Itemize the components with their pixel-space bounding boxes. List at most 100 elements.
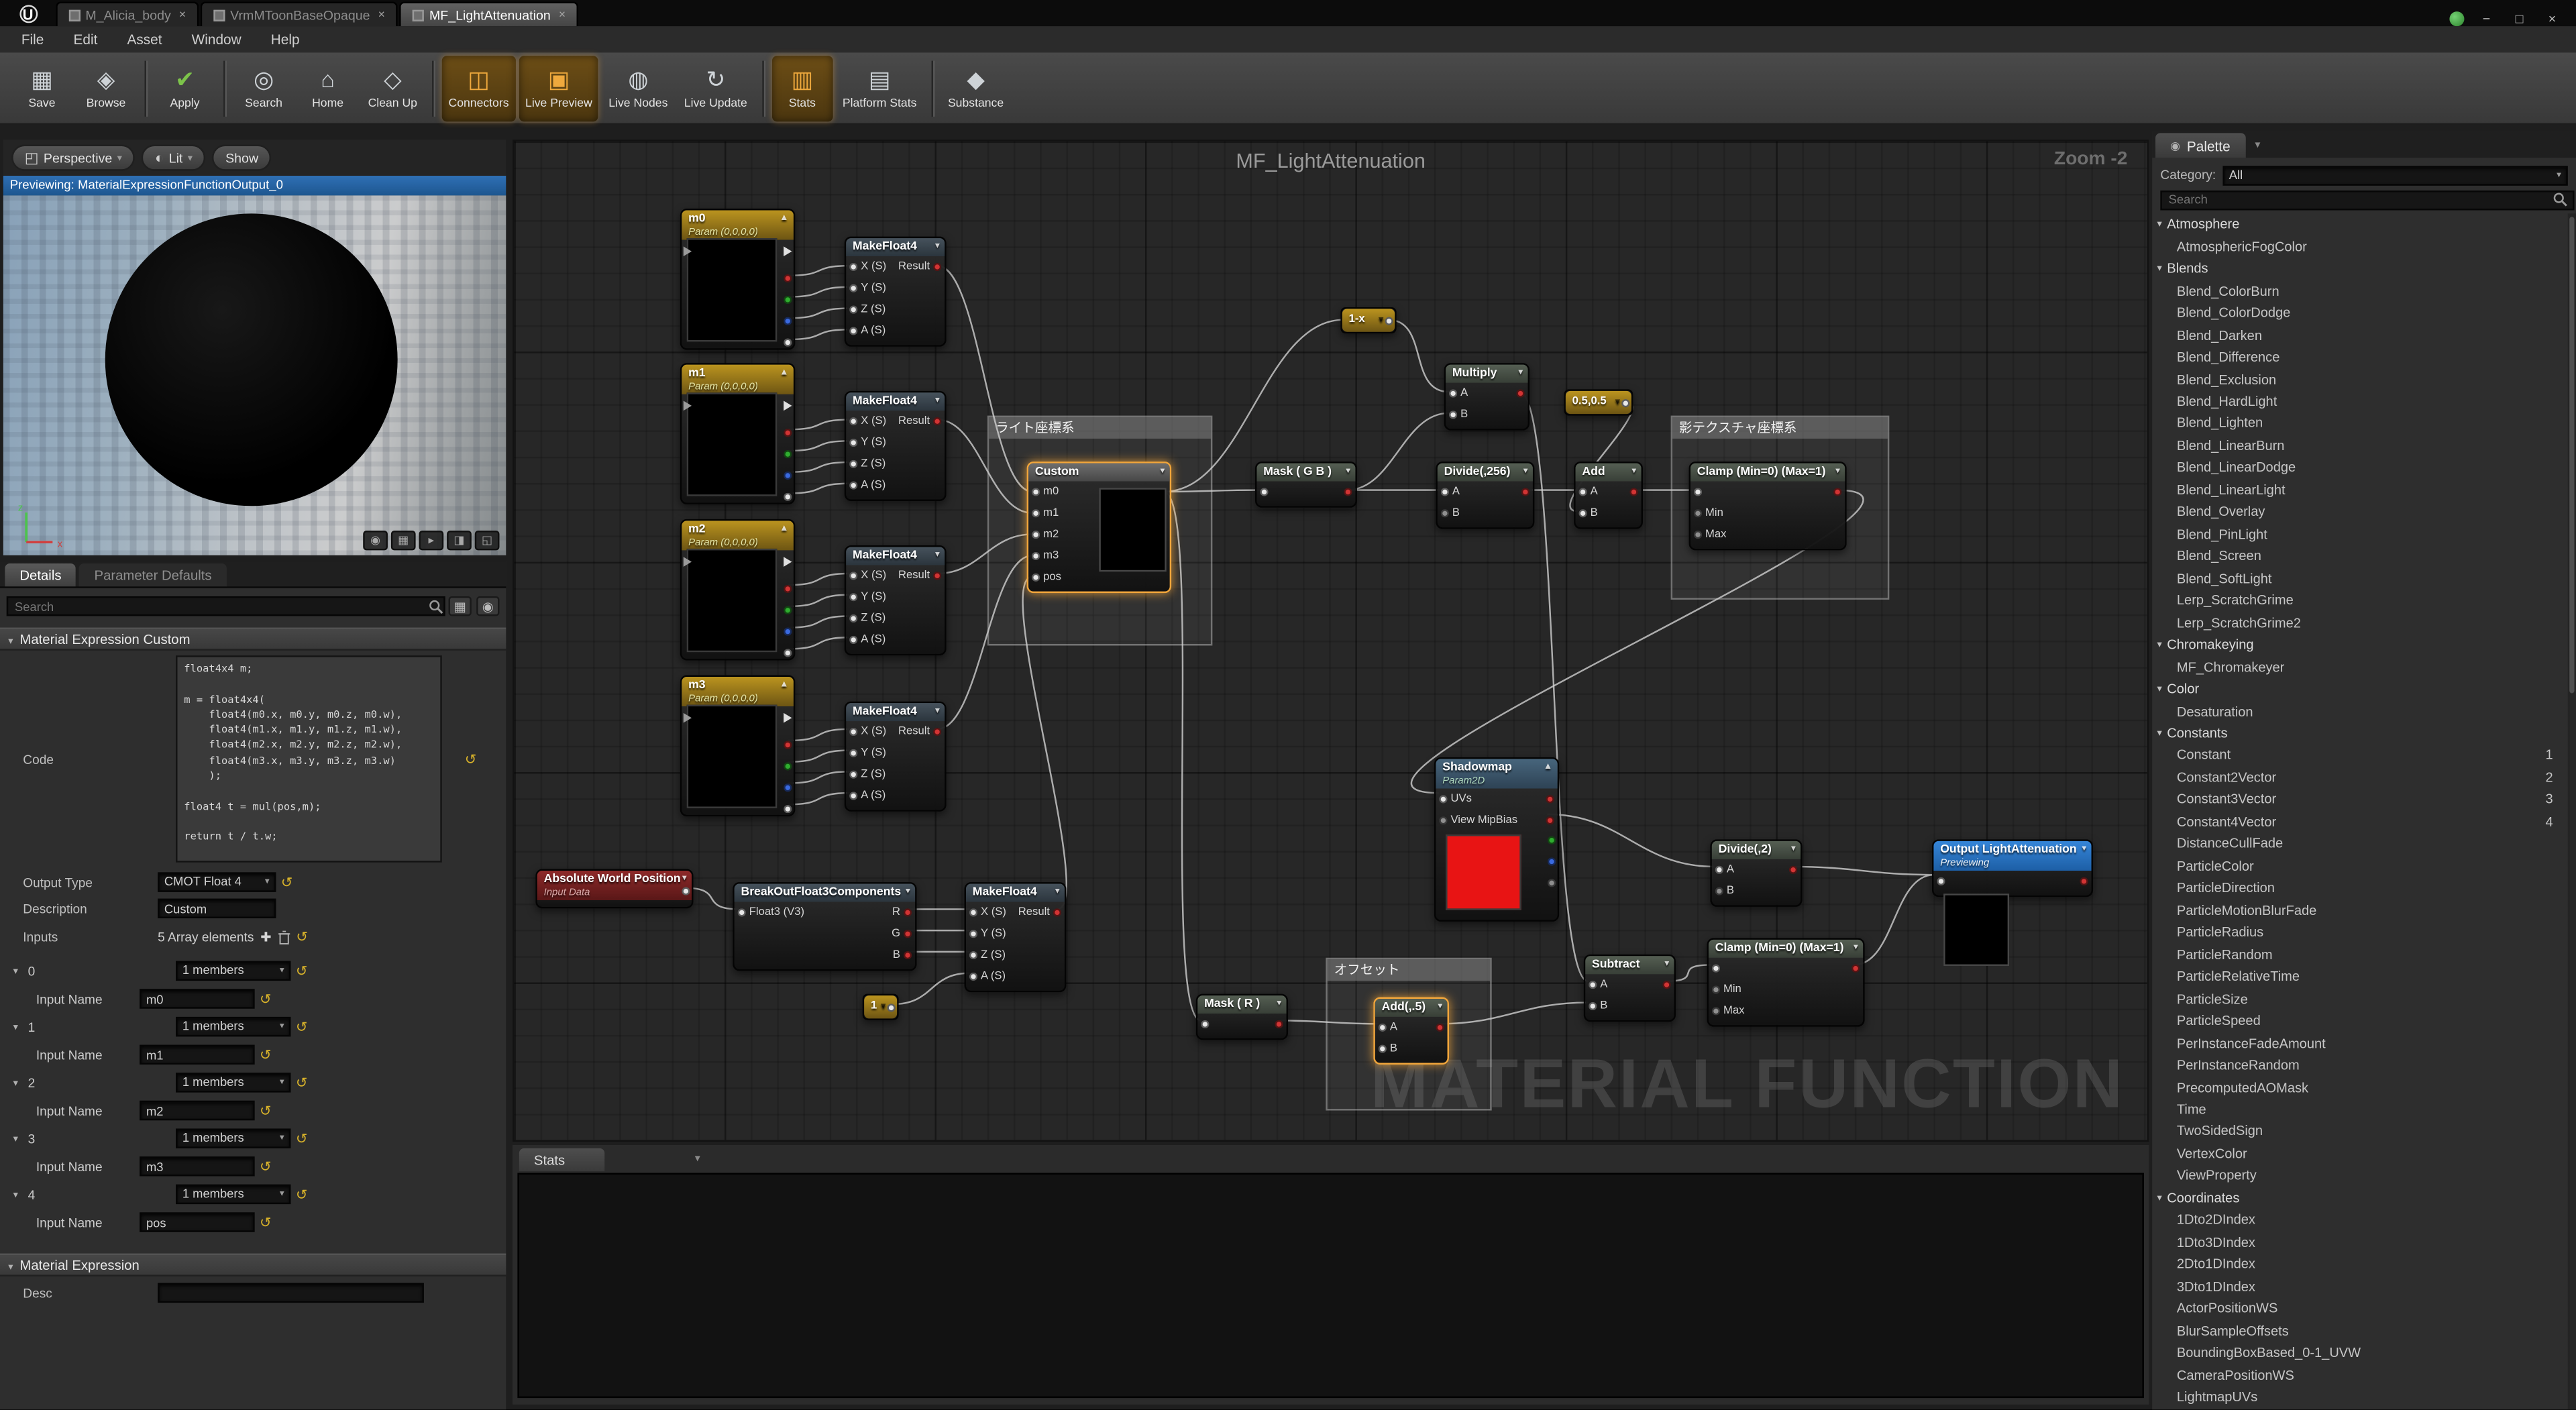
palette-item-constants[interactable]: ▾Constants: [2152, 722, 2568, 745]
pin[interactable]: [783, 648, 791, 656]
pin[interactable]: [1694, 508, 1702, 517]
collapse-icon[interactable]: ▾: [1518, 368, 1523, 378]
collapse-icon[interactable]: ▲: [1544, 762, 1552, 772]
palette-item-actorpositionws[interactable]: ActorPositionWS: [2152, 1298, 2568, 1320]
node-add-5[interactable]: Add(,.5)▾AB: [1373, 997, 1449, 1064]
palette-item-blend-overlay[interactable]: Blend_Overlay: [2152, 501, 2568, 523]
pin[interactable]: [1589, 1001, 1597, 1010]
palette-item-lerp-scratchgrime[interactable]: Lerp_ScratchGrime: [2152, 590, 2568, 612]
palette-item-blend-colordodge[interactable]: Blend_ColorDodge: [2152, 302, 2568, 324]
pin[interactable]: [933, 571, 941, 579]
node-1-x[interactable]: 1-x▾: [1340, 307, 1396, 333]
category-dropdown[interactable]: All▾: [2222, 165, 2568, 184]
viewport-lit-button[interactable]: ◐Lit▾: [142, 145, 205, 171]
pin[interactable]: [933, 727, 941, 735]
toolbar-apply[interactable]: ✔Apply: [154, 55, 215, 121]
pin[interactable]: [1712, 985, 1720, 993]
node-divide-256[interactable]: Divide(,256)▾AB: [1436, 462, 1534, 528]
node-0-5-0-5[interactable]: 0.5,0.5▾: [1564, 389, 1633, 415]
pin[interactable]: [1379, 1023, 1387, 1031]
palette-item-1dto2dindex[interactable]: 1Dto2DIndex: [2152, 1209, 2568, 1232]
palette-item-particlesize[interactable]: ParticleSize: [2152, 988, 2568, 1010]
pin[interactable]: [783, 740, 791, 748]
node-absolute-world-position[interactable]: Absolute World PositionInput Data▾: [535, 869, 693, 908]
pin[interactable]: [1379, 1044, 1387, 1052]
tab-parameter-defaults[interactable]: Parameter Defaults: [79, 563, 226, 586]
pin[interactable]: [849, 305, 857, 313]
pin[interactable]: [2080, 877, 2088, 885]
pin[interactable]: [1712, 964, 1720, 972]
pin[interactable]: [1275, 1020, 1283, 1028]
palette-item-blend-difference[interactable]: Blend_Difference: [2152, 346, 2568, 368]
pin[interactable]: [1546, 794, 1554, 802]
pin[interactable]: [849, 459, 857, 468]
pin[interactable]: [933, 417, 941, 425]
pin[interactable]: [1439, 816, 1447, 824]
palette-item-precomputedaomask[interactable]: PrecomputedAOMask: [2152, 1077, 2568, 1099]
palette-item-constant3vector[interactable]: Constant3Vector3: [2152, 789, 2568, 811]
members-dropdown[interactable]: 1 members▾: [176, 1185, 290, 1204]
pin[interactable]: [1833, 487, 1841, 495]
palette-item-particleradius[interactable]: ParticleRadius: [2152, 922, 2568, 944]
pin[interactable]: [1694, 530, 1702, 538]
pin[interactable]: [1516, 388, 1524, 396]
toolbar-live-nodes[interactable]: ◍Live Nodes: [602, 55, 675, 121]
palette-item-atmosphericfogcolor[interactable]: AtmosphericFogColor: [2152, 235, 2568, 258]
pin[interactable]: [969, 972, 977, 980]
palette-dropdown-icon[interactable]: ▾: [2255, 138, 2260, 152]
pin[interactable]: [1032, 508, 1040, 517]
add-element-icon[interactable]: ✚: [260, 929, 271, 944]
node-makefloat4[interactable]: MakeFloat4▾X (S)ResultY (S)Z (S)A (S): [845, 702, 947, 811]
palette-item-coordinates[interactable]: ▾Coordinates: [2152, 1187, 2568, 1209]
members-dropdown[interactable]: 1 members▾: [176, 1073, 290, 1092]
palette-item-blend-colorburn[interactable]: Blend_ColorBurn: [2152, 280, 2568, 302]
pin[interactable]: [1441, 487, 1449, 495]
expander-icon[interactable]: ▾: [13, 1133, 23, 1144]
viewmode-icon[interactable]: ◨: [447, 531, 472, 550]
node-mask-r[interactable]: Mask ( R )▾: [1196, 994, 1288, 1040]
grid-view-icon[interactable]: ▦: [449, 596, 472, 616]
pin[interactable]: [849, 614, 857, 622]
pin[interactable]: [1439, 794, 1447, 802]
pin[interactable]: [784, 713, 792, 723]
toolbar-substance[interactable]: ◆Substance: [941, 55, 1010, 121]
viewport-perspective-button[interactable]: ◰Perspective▾: [11, 145, 135, 171]
pin[interactable]: [1629, 487, 1638, 495]
palette-item-blend-softlight[interactable]: Blend_SoftLight: [2152, 567, 2568, 590]
palette-item-blend-hardlight[interactable]: Blend_HardLight: [2152, 390, 2568, 413]
expander-icon[interactable]: ▾: [13, 1021, 23, 1032]
pin[interactable]: [849, 770, 857, 778]
palette-item-blursampleoffsets[interactable]: BlurSampleOffsets: [2152, 1320, 2568, 1342]
collapse-icon[interactable]: ▾: [1631, 467, 1636, 477]
toolbar-live-preview[interactable]: ▣Live Preview: [519, 55, 598, 121]
desc-field[interactable]: [158, 1283, 424, 1303]
reset-icon[interactable]: ↺: [260, 1101, 271, 1120]
stats-dropdown-icon[interactable]: ▾: [695, 1152, 700, 1165]
palette-item-blend-lighten[interactable]: Blend_Lighten: [2152, 413, 2568, 435]
reset-output-type-icon[interactable]: ↺: [281, 873, 292, 891]
reset-icon[interactable]: ↺: [296, 1185, 307, 1203]
menu-help[interactable]: Help: [256, 32, 315, 48]
pin[interactable]: [849, 284, 857, 292]
node-shadowmap[interactable]: ShadowmapParam2D▲UVsView MipBias: [1434, 757, 1559, 921]
palette-item-color[interactable]: ▾Color: [2152, 678, 2568, 700]
reset-icon[interactable]: ↺: [296, 1018, 307, 1036]
pin[interactable]: [783, 761, 791, 769]
tab-palette[interactable]: ◉Palette: [2155, 133, 2245, 158]
collapse-icon[interactable]: ▾: [935, 396, 940, 406]
grid-icon[interactable]: ▦: [391, 531, 416, 550]
palette-item-particlespeed[interactable]: ParticleSpeed: [2152, 1010, 2568, 1032]
menu-asset[interactable]: Asset: [112, 32, 176, 48]
collapse-icon[interactable]: ▲: [780, 368, 788, 378]
palette-item-viewproperty[interactable]: ViewProperty: [2152, 1165, 2568, 1187]
scrollbar-thumb[interactable]: [2569, 217, 2574, 693]
node-clamp-min-0-max-1[interactable]: Clamp (Min=0) (Max=1)▾MinMax: [1707, 938, 1864, 1026]
pin[interactable]: [1032, 551, 1040, 559]
pin[interactable]: [1937, 877, 1945, 885]
pin[interactable]: [904, 908, 912, 916]
camera-icon[interactable]: ◉: [363, 531, 388, 550]
node-m0[interactable]: m0Param (0,0,0,0)▲: [680, 209, 795, 350]
palette-item-constant2vector[interactable]: Constant2Vector2: [2152, 767, 2568, 789]
palette-item-lerp-scratchgrime2[interactable]: Lerp_ScratchGrime2: [2152, 612, 2568, 634]
palette-item-3dto1dindex[interactable]: 3Dto1DIndex: [2152, 1276, 2568, 1298]
